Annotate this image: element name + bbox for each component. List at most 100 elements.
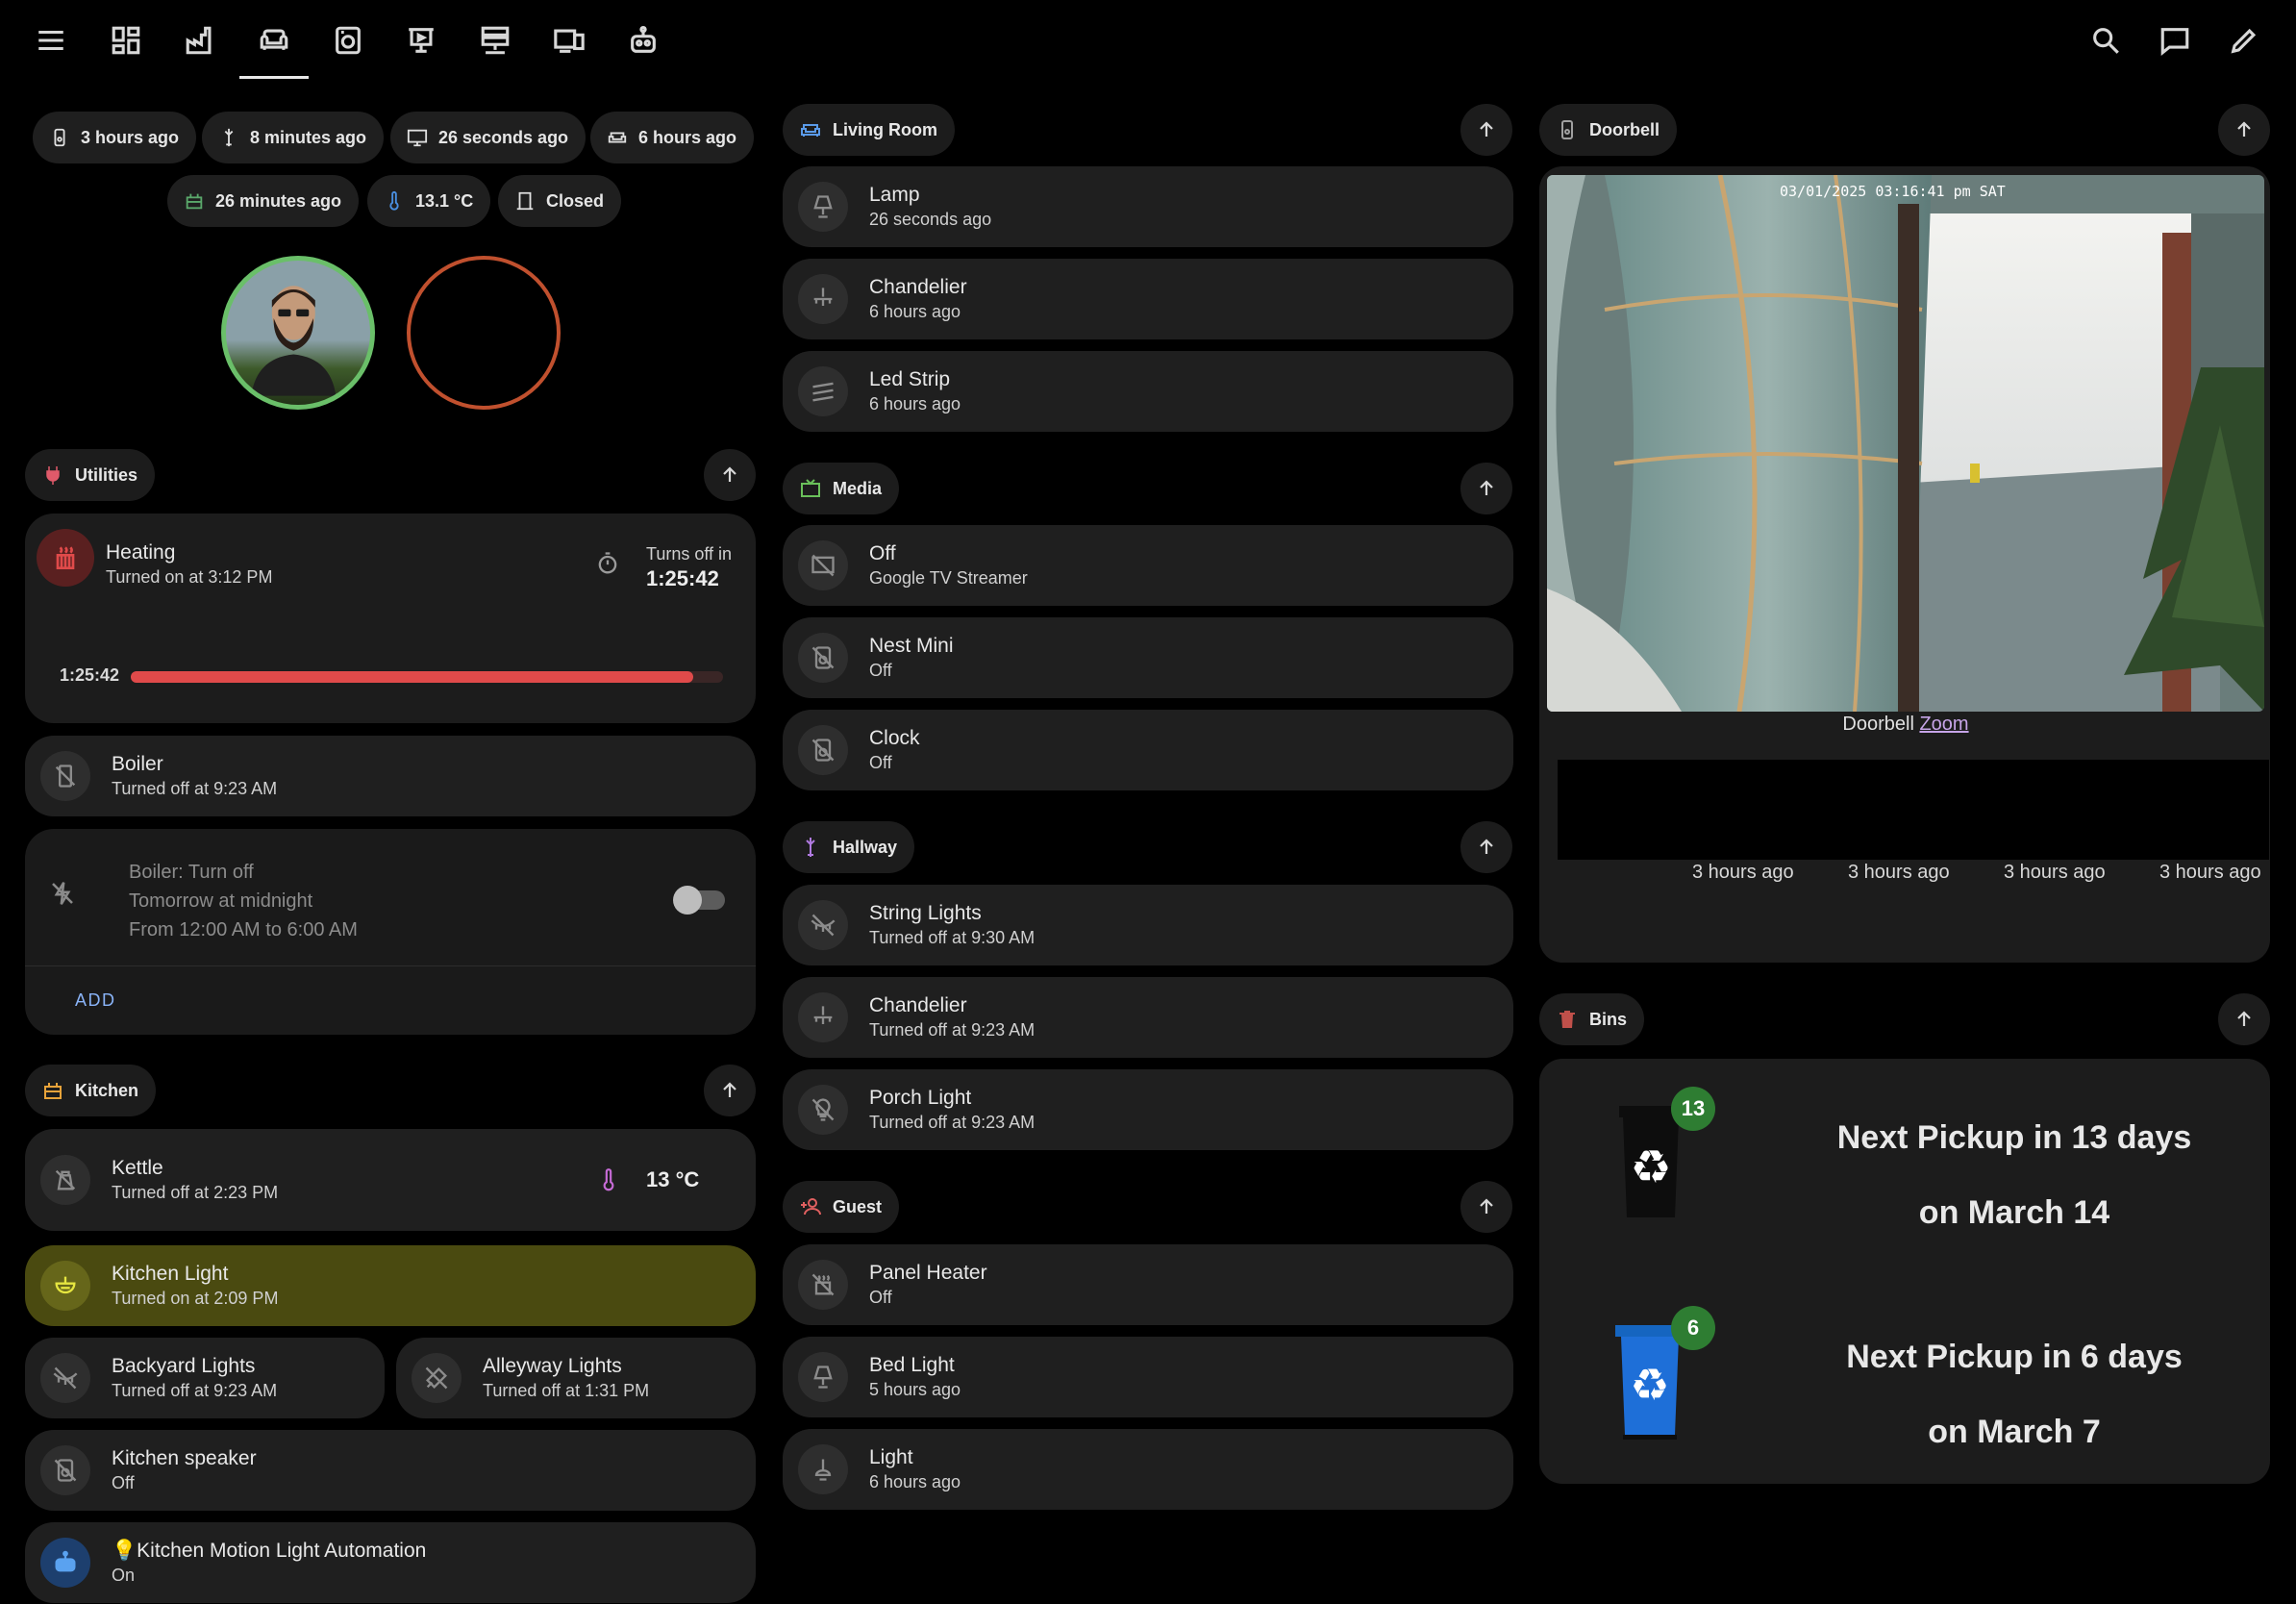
add-button[interactable]: ADD [75, 990, 116, 1011]
tile-name: Chandelier [869, 276, 967, 298]
doorbell-camera-feed[interactable]: 03/01/2025 03:16:41 pm SAT [1547, 175, 2264, 712]
hallway-lamp-icon [798, 835, 823, 860]
chandelier-icon[interactable] [798, 992, 848, 1042]
edit-icon[interactable] [2223, 19, 2265, 62]
bed-light-tile[interactable]: Bed Light 5 hours ago [783, 1337, 1513, 1417]
porch-light-tile[interactable]: Porch Light Turned off at 9:23 AM [783, 1069, 1513, 1150]
heating-card[interactable]: Heating Turned on at 3:12 PM Turns off i… [25, 514, 756, 723]
move-up-button[interactable] [2218, 993, 2270, 1045]
tile-state: Turned off at 9:23 AM [869, 1113, 1036, 1132]
section-living-room-header: Living Room [783, 104, 955, 156]
heating-state: Turned on at 3:12 PM [106, 567, 273, 587]
server-icon[interactable] [474, 19, 516, 62]
monitor-icon [406, 126, 429, 149]
camera-timestamp: 03/01/2025 03:16:41 pm SAT [1780, 183, 2006, 200]
panel-heater-tile[interactable]: Panel Heater Off [783, 1244, 1513, 1325]
alleyway-lights-tile[interactable]: Alleyway Lights Turned off at 1:31 PM [396, 1338, 756, 1418]
devices-icon[interactable] [548, 19, 590, 62]
kitchen-light-tile[interactable]: Kitchen Light Turned on at 2:09 PM [25, 1245, 756, 1326]
event-label[interactable]: 3 hours ago [1848, 862, 1950, 884]
kitchen-light-state: Turned on at 2:09 PM [112, 1289, 279, 1308]
kettle-icon[interactable] [40, 1155, 90, 1205]
lamp-icon[interactable] [798, 1352, 848, 1402]
string-lights-off-icon[interactable] [798, 900, 848, 950]
boiler-icon[interactable] [40, 751, 90, 801]
schedule-toggle-knob[interactable] [673, 886, 702, 915]
hallway-chandelier-tile[interactable]: Chandelier Turned off at 9:23 AM [783, 977, 1513, 1058]
led-strip-icon[interactable] [798, 366, 848, 416]
led-strip-tile[interactable]: Led Strip 6 hours ago [783, 351, 1513, 432]
automation-tile[interactable]: 💡Kitchen Motion Light Automation On [25, 1522, 756, 1603]
speaker-off-icon[interactable] [798, 725, 848, 775]
nest-mini-tile[interactable]: Nest Mini Off [783, 617, 1513, 698]
kettle-tile[interactable]: Kettle Turned off at 2:23 PM 13 °C [25, 1129, 756, 1231]
menu-icon[interactable] [30, 19, 72, 62]
string-lights-tile[interactable]: String Lights Turned off at 9:30 AM [783, 885, 1513, 965]
cast-off-icon[interactable] [798, 540, 848, 590]
move-up-button[interactable] [704, 449, 756, 501]
tile-state: Google TV Streamer [869, 568, 1028, 588]
kettle-name: Kettle [112, 1157, 163, 1179]
heater-off-icon[interactable] [798, 1260, 848, 1310]
lamp-tile[interactable]: Lamp 26 seconds ago [783, 166, 1513, 247]
guest-icon [798, 1194, 823, 1219]
event-label[interactable]: 3 hours ago [1692, 862, 1794, 884]
event-label[interactable]: 3 hours ago [2159, 862, 2261, 884]
person-avatar-empty[interactable] [407, 256, 561, 410]
badge-kitchen[interactable]: 26 minutes ago [167, 175, 360, 227]
chandelier-tile[interactable]: Chandelier 6 hours ago [783, 259, 1513, 339]
speaker-off-icon[interactable] [798, 633, 848, 683]
tile-state: Off [869, 661, 892, 680]
badge-door[interactable]: Closed [498, 175, 622, 227]
robot-icon[interactable] [40, 1538, 90, 1588]
move-up-button[interactable] [1460, 104, 1512, 156]
ceiling-light-icon[interactable] [40, 1261, 90, 1311]
string-lights-off-icon[interactable] [40, 1353, 90, 1403]
badge-temperature[interactable]: 13.1 °C [367, 175, 491, 227]
badge-label: 3 hours ago [81, 127, 180, 147]
presentation-icon[interactable] [400, 19, 442, 62]
dashboard-icon[interactable] [105, 19, 147, 62]
badge-monitor[interactable]: 26 seconds ago [390, 112, 586, 163]
alleyway-lights-state: Turned off at 1:31 PM [483, 1381, 650, 1400]
tile-state: Turned off at 9:30 AM [869, 928, 1036, 947]
spotlight-off-icon[interactable] [412, 1353, 462, 1403]
boiler-name: Boiler [112, 753, 163, 775]
robot-icon[interactable] [622, 19, 664, 62]
zoom-link[interactable]: Zoom [1919, 714, 1968, 735]
tv-streamer-tile[interactable]: Off Google TV Streamer [783, 525, 1513, 606]
bulb-off-icon[interactable] [798, 1085, 848, 1135]
backyard-lights-name: Backyard Lights [112, 1355, 256, 1377]
kitchen-speaker-name: Kitchen speaker [112, 1447, 257, 1469]
badge-living-room[interactable]: 6 hours ago [590, 112, 755, 163]
backyard-lights-tile[interactable]: Backyard Lights Turned off at 9:23 AM [25, 1338, 385, 1418]
speaker-off-icon[interactable] [40, 1445, 90, 1495]
badge-hallway[interactable]: 8 minutes ago [202, 112, 385, 163]
badge-doorbell[interactable]: 3 hours ago [33, 112, 197, 163]
clock-tile[interactable]: Clock Off [783, 710, 1513, 790]
heating-name: Heating [106, 541, 176, 564]
bin-next-pickup: Next Pickup in 13 days on March 14 [1808, 1100, 2221, 1250]
move-up-button[interactable] [1460, 821, 1512, 873]
factory-icon[interactable] [179, 19, 221, 62]
chandelier-icon[interactable] [798, 274, 848, 324]
schedule-line1: Boiler: Turn off [129, 862, 254, 883]
sofa-icon[interactable] [253, 19, 295, 62]
move-up-button[interactable] [2218, 104, 2270, 156]
event-label[interactable]: 3 hours ago [2004, 862, 2106, 884]
lamp-icon[interactable] [798, 182, 848, 232]
washing-machine-icon[interactable] [327, 19, 369, 62]
floor-lamp-icon[interactable] [798, 1444, 848, 1494]
kitchen-speaker-tile[interactable]: Kitchen speaker Off [25, 1430, 756, 1511]
assist-icon[interactable] [2154, 19, 2196, 62]
move-up-button[interactable] [704, 1065, 756, 1116]
heating-icon[interactable] [37, 529, 94, 587]
search-icon[interactable] [2084, 19, 2127, 62]
guest-light-tile[interactable]: Light 6 hours ago [783, 1429, 1513, 1510]
boiler-tile[interactable]: Boiler Turned off at 9:23 AM [25, 736, 756, 816]
section-title: Doorbell [1589, 119, 1660, 139]
move-up-button[interactable] [1460, 1181, 1512, 1233]
person-avatar[interactable] [221, 256, 375, 410]
badge-label: 26 minutes ago [215, 190, 342, 211]
move-up-button[interactable] [1460, 463, 1512, 514]
